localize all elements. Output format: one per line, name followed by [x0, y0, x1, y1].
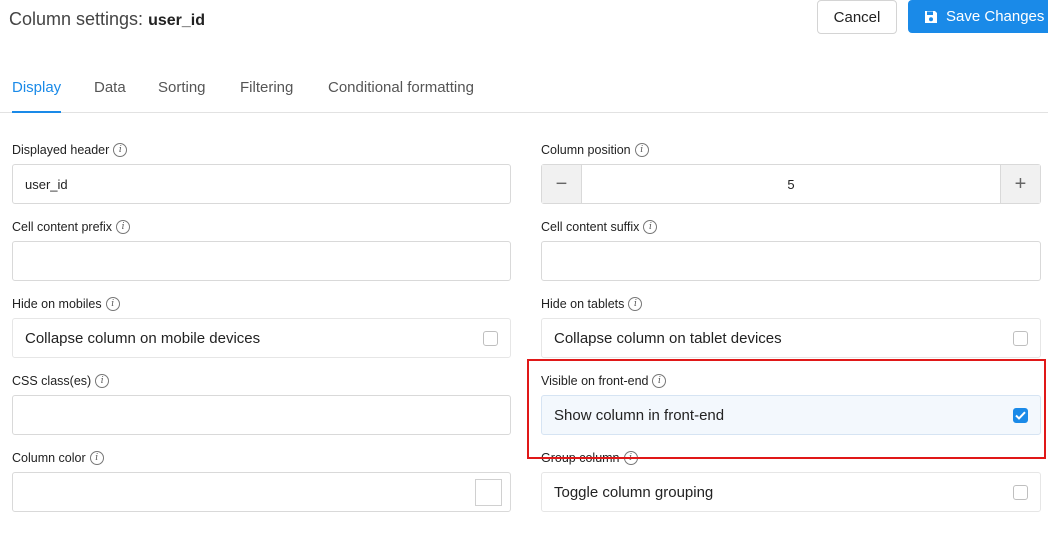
- cell-suffix-label: Cell content suffix i: [541, 220, 658, 234]
- hide-tablets-label: Hide on tablets i: [541, 297, 643, 311]
- cell-prefix-field: [12, 241, 511, 281]
- tab-filtering[interactable]: Filtering: [240, 79, 293, 113]
- column-position-stepper: − 5 +: [541, 164, 1041, 204]
- decrement-button[interactable]: −: [542, 165, 582, 203]
- hide-mobiles-text: Collapse column on mobile devices: [25, 329, 261, 347]
- hide-tablets-text: Collapse column on tablet devices: [554, 329, 782, 347]
- tab-bar: Display Data Sorting Filtering Condition…: [0, 66, 1048, 113]
- column-position-value[interactable]: 5: [582, 165, 1000, 203]
- displayed-header-input[interactable]: [13, 165, 510, 203]
- info-icon[interactable]: i: [105, 297, 120, 311]
- css-classes-input[interactable]: [13, 396, 510, 434]
- page-title-prefix: Column settings:: [9, 9, 149, 29]
- column-color-label-text: Column color: [12, 451, 86, 465]
- displayed-header-label: Displayed header i: [12, 143, 128, 157]
- cell-prefix-label: Cell content prefix i: [12, 220, 131, 234]
- page-title: Column settings: user_id: [9, 9, 205, 30]
- column-position-label-text: Column position: [541, 143, 631, 157]
- save-button-label: Save Changes: [946, 8, 1045, 25]
- column-color-field: [12, 472, 511, 512]
- hide-tablets-checkbox[interactable]: [1013, 330, 1028, 346]
- hide-tablets-label-text: Hide on tablets: [541, 297, 625, 311]
- cell-suffix-label-text: Cell content suffix: [541, 220, 640, 234]
- info-icon[interactable]: i: [634, 143, 649, 157]
- displayed-header-label-text: Displayed header: [12, 143, 110, 157]
- info-icon[interactable]: i: [643, 220, 658, 234]
- displayed-header-field: [12, 164, 511, 204]
- hide-tablets-option[interactable]: Collapse column on tablet devices: [541, 318, 1041, 358]
- column-color-input[interactable]: [13, 473, 510, 511]
- cell-suffix-input[interactable]: [542, 242, 1040, 280]
- cell-prefix-input[interactable]: [13, 242, 510, 280]
- group-column-option[interactable]: Toggle column grouping: [541, 472, 1041, 512]
- cell-suffix-field: [541, 241, 1041, 281]
- page-title-column: user_id: [148, 12, 205, 29]
- color-swatch[interactable]: [475, 479, 502, 506]
- column-position-label: Column position i: [541, 143, 649, 157]
- cell-prefix-label-text: Cell content prefix: [12, 220, 113, 234]
- tab-data[interactable]: Data: [94, 79, 126, 113]
- info-icon[interactable]: i: [116, 220, 131, 234]
- tab-conditional-formatting[interactable]: Conditional formatting: [328, 79, 474, 113]
- save-icon: [925, 10, 937, 23]
- group-column-checkbox[interactable]: [1013, 484, 1028, 500]
- tab-display[interactable]: Display: [12, 79, 62, 113]
- save-button[interactable]: Save Changes: [908, 0, 1048, 33]
- css-classes-label: CSS class(es) i: [12, 374, 110, 388]
- group-column-text: Toggle column grouping: [554, 483, 714, 501]
- hide-mobiles-label-text: Hide on mobiles: [12, 297, 102, 311]
- column-color-label: Column color i: [12, 451, 104, 465]
- info-icon[interactable]: i: [113, 143, 128, 157]
- cancel-button[interactable]: Cancel: [817, 0, 897, 34]
- info-icon[interactable]: i: [89, 451, 104, 465]
- hide-mobiles-label: Hide on mobiles i: [12, 297, 120, 311]
- info-icon[interactable]: i: [95, 374, 110, 388]
- css-classes-label-text: CSS class(es): [12, 374, 92, 388]
- info-icon[interactable]: i: [628, 297, 643, 311]
- increment-button[interactable]: +: [1000, 165, 1040, 203]
- css-classes-field: [12, 395, 511, 435]
- hide-mobiles-checkbox[interactable]: [483, 330, 498, 346]
- hide-mobiles-option[interactable]: Collapse column on mobile devices: [12, 318, 511, 358]
- highlight-annotation-box: [527, 359, 1046, 459]
- tab-sorting[interactable]: Sorting: [158, 79, 206, 113]
